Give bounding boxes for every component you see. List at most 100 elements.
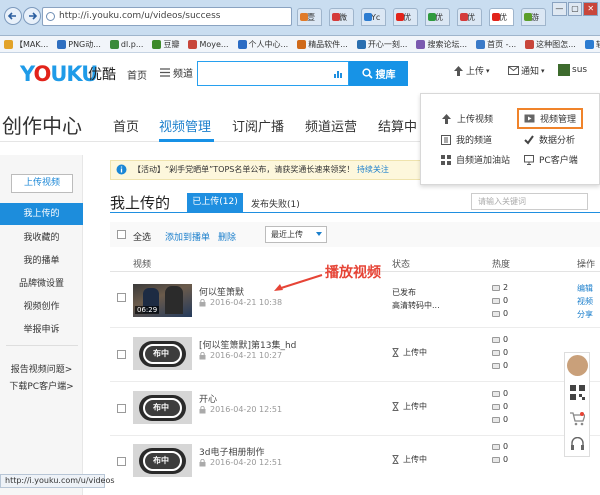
video-thumbnail[interactable]: 布中	[133, 337, 192, 370]
favorite-item[interactable]: 首页 -...	[476, 39, 516, 50]
favorite-item[interactable]: 这种图怎...	[525, 39, 576, 50]
browser-tab[interactable]: 微	[329, 8, 354, 26]
share-link[interactable]: 分享	[577, 309, 593, 320]
site-nav-home[interactable]: 首页	[127, 67, 147, 82]
favorite-item[interactable]: 开心一刻...	[356, 39, 407, 50]
favorite-item[interactable]: dl.p...	[109, 39, 144, 49]
row-checkbox[interactable]	[117, 404, 126, 413]
row-checkbox[interactable]	[117, 293, 126, 302]
row-checkbox[interactable]	[117, 457, 126, 466]
sidebar-item-creation[interactable]: 视频创作	[0, 299, 83, 312]
forward-button[interactable]	[23, 7, 41, 25]
side-avatar[interactable]	[567, 355, 588, 376]
dd-data-analysis[interactable]: 数据分析	[524, 133, 575, 146]
browser-tab[interactable]: 优	[393, 8, 418, 26]
sidebar-item-my-uploads[interactable]: 我上传的	[0, 203, 83, 225]
site-nav-channel[interactable]: 频道	[160, 65, 193, 80]
favorite-item[interactable]: 个人中心...	[237, 39, 288, 50]
sidebar-item-favorites[interactable]: 我收藏的	[0, 230, 83, 243]
tab-video-management[interactable]: 视频管理	[159, 116, 211, 135]
tab-favicon-icon	[492, 13, 500, 21]
browser-status-bar: http://i.youku.com/u/videos	[0, 474, 115, 488]
qrcode-icon[interactable]	[570, 385, 585, 400]
maximize-button[interactable]: ▢	[567, 2, 583, 16]
video-link[interactable]: 视频	[577, 296, 593, 307]
browser-tab[interactable]: 优	[425, 8, 450, 26]
favorite-item[interactable]: PNG动...	[57, 39, 101, 50]
sidebar-item-brand[interactable]: 品牌微设置	[0, 276, 83, 289]
video-title[interactable]: 开心	[199, 392, 217, 405]
browser-tab[interactable]: 优	[489, 8, 514, 26]
favorite-item[interactable]: 搜索论坛...	[416, 39, 467, 50]
favorite-item[interactable]: Moye...	[188, 39, 229, 49]
dd-video-management[interactable]: 视频管理	[517, 108, 584, 129]
video-thumbnail[interactable]: 06:29	[133, 284, 192, 317]
address-bar[interactable]: http://i.youku.com/u/videos/success	[42, 7, 292, 26]
sidebar-item-report[interactable]: 举报申诉	[0, 322, 83, 335]
favorite-item[interactable]: 软件下载...	[584, 39, 600, 50]
dd-upload-video[interactable]: 上传视频	[441, 112, 493, 125]
chart-icon	[334, 71, 342, 78]
comment-count: 0	[492, 348, 508, 357]
browser-tab[interactable]: 游	[521, 8, 546, 26]
favorite-icon	[297, 39, 307, 49]
video-thumbnail[interactable]: 布中	[133, 391, 192, 424]
add-to-playlist-link[interactable]: 添加到播单	[165, 230, 210, 243]
banner-link[interactable]: 持续关注	[357, 165, 389, 174]
tab-home[interactable]: 首页	[113, 116, 139, 135]
dd-channel-station[interactable]: 自频道加油站	[441, 153, 510, 166]
dd-pc-client[interactable]: PC客户端	[524, 153, 578, 166]
tab-failed[interactable]: 发布失败(1)	[251, 197, 300, 210]
count-icon	[492, 390, 500, 397]
video-thumbnail[interactable]: 布中	[133, 444, 192, 477]
youku-logo[interactable]: YOUKU	[20, 62, 98, 86]
report-problem-link[interactable]: 报告视频问题>	[0, 362, 83, 375]
col-actions: 操作	[577, 260, 596, 270]
avatar[interactable]	[558, 64, 570, 76]
tab-subscription[interactable]: 订阅广播	[232, 116, 284, 135]
search-input[interactable]	[197, 61, 349, 86]
keyword-filter-input[interactable]: 请输入关键词	[471, 193, 588, 210]
search-button[interactable]: 搜库	[349, 61, 408, 86]
tab-label: 优	[435, 13, 443, 22]
browser-tab[interactable]: 壹	[297, 8, 322, 26]
header-notice-button[interactable]: 通知 ▾	[508, 64, 545, 77]
browser-tab[interactable]: Yc	[361, 8, 386, 26]
status-uploading: 上传中	[392, 401, 427, 412]
video-title[interactable]: 3d电子相册制作	[199, 445, 264, 458]
video-title[interactable]: 何以笙箫默	[199, 285, 244, 298]
favorite-label: dl.p...	[120, 39, 144, 49]
browser-tab[interactable]: 优	[457, 8, 482, 26]
tab-settlement[interactable]: 结算中	[378, 116, 417, 135]
dd-my-channel[interactable]: 我的频道	[441, 133, 492, 146]
tab-channel-ops[interactable]: 频道运营	[305, 116, 357, 135]
favorite-item[interactable]: 豆瓣	[152, 39, 179, 50]
video-title[interactable]: [何以笙箫默]第13集_hd	[199, 338, 296, 351]
status-text: 上传中	[403, 348, 427, 357]
sort-select[interactable]: 最近上传	[265, 226, 327, 243]
cart-icon[interactable]	[570, 412, 585, 426]
header-upload-button[interactable]: 上传 ▾	[453, 64, 490, 77]
page-icon	[46, 12, 55, 21]
favorite-item[interactable]: 精品软件...	[297, 39, 348, 50]
sidebar-upload-button[interactable]: 上传视频	[11, 174, 73, 193]
delete-link[interactable]: 删除	[218, 230, 236, 243]
sidebar-item-playlists[interactable]: 我的播单	[0, 253, 83, 266]
back-button[interactable]	[4, 7, 22, 25]
tab-uploaded[interactable]: 已上传(12)	[187, 193, 243, 212]
chevron-down-icon: ▾	[541, 66, 545, 75]
count-value: 0	[503, 442, 509, 451]
edit-link[interactable]: 编辑	[577, 283, 593, 294]
download-client-link[interactable]: 下载PC客户端>	[0, 379, 83, 392]
row-checkbox[interactable]	[117, 350, 126, 359]
headset-icon[interactable]	[570, 437, 585, 451]
select-all-checkbox[interactable]	[117, 230, 126, 239]
video-icon	[524, 114, 535, 123]
minimize-button[interactable]: —	[552, 2, 567, 16]
favorite-label: 软件下载...	[596, 39, 600, 50]
count-icon	[492, 362, 500, 369]
close-window-button[interactable]: ✕	[583, 2, 599, 16]
favorite-item[interactable]: 【MAK...	[4, 39, 48, 50]
select-all-label[interactable]: 全选	[133, 230, 151, 243]
username[interactable]: sus	[572, 65, 587, 75]
